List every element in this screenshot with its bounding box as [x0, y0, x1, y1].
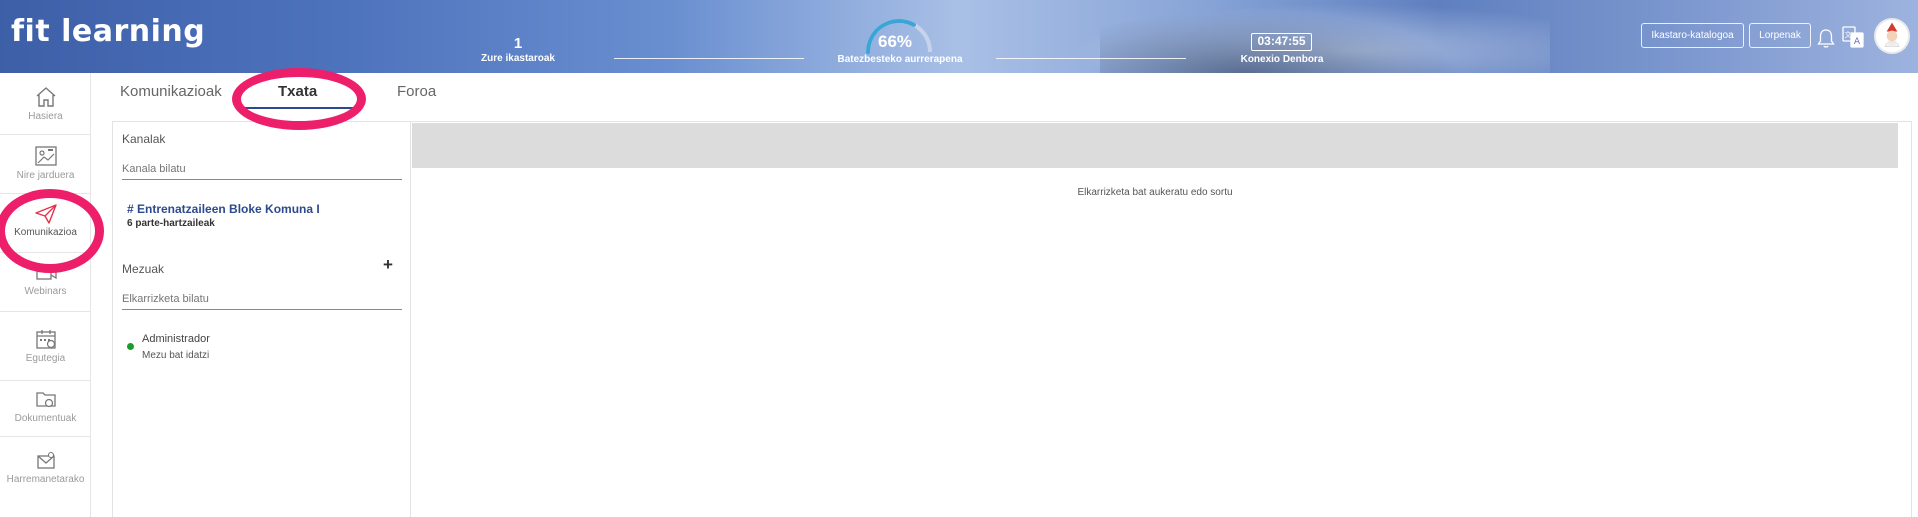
avatar-image — [1876, 20, 1908, 52]
courses-stat[interactable]: 1 Zure ikastaroak — [478, 35, 558, 64]
sidebar-item-label: Egutegia — [25, 353, 66, 364]
activity-icon — [34, 146, 57, 166]
bell-icon[interactable] — [1816, 27, 1836, 49]
home-icon — [36, 87, 55, 107]
calendar-icon — [35, 330, 56, 349]
header-divider-2 — [996, 58, 1186, 59]
tab-communications[interactable]: Komunikazioak — [120, 83, 222, 100]
highlight-ring-sidebar — [0, 189, 104, 273]
sidebar-item-home[interactable]: Hasiera — [0, 77, 91, 135]
sidebar-item-documents[interactable]: Dokumentuak — [0, 379, 91, 437]
sidebar-item-activity[interactable]: Nire jarduera — [0, 136, 91, 194]
sidebar-item-contact[interactable]: Harremanetarako — [0, 442, 91, 500]
progress-value: 66% — [878, 32, 913, 51]
sidebar-item-label: Harremanetarako — [6, 474, 85, 485]
chat-header-bar — [412, 123, 1898, 168]
top-header: fit learning 1 Zure ikastaroak 66% Batez… — [0, 0, 1918, 73]
courses-count: 1 — [513, 35, 523, 52]
sidebar-item-label: Hasiera — [28, 111, 63, 122]
channel-name[interactable]: # Entrenatzaileen Bloke Komuna I — [127, 202, 320, 216]
svg-text:A: A — [1854, 37, 1861, 47]
achievements-button[interactable]: Lorpenak — [1749, 23, 1811, 48]
sidebar-item-label: Webinars — [24, 286, 67, 297]
new-conversation-button[interactable]: + — [383, 255, 393, 275]
channel-participants: 6 parte-hartzaileak — [127, 218, 215, 229]
messages-title: Mezuak — [122, 262, 165, 276]
online-status-dot — [127, 343, 134, 350]
channel-search-input[interactable] — [122, 158, 402, 180]
catalog-button[interactable]: Ikastaro-katalogoa — [1641, 23, 1744, 48]
sidebar-item-label: Dokumentuak — [14, 413, 77, 424]
header-divider-1 — [614, 58, 804, 59]
translate-icon[interactable]: A 文 — [1842, 25, 1864, 49]
conversation-subtitle: Mezu bat idatzi — [142, 350, 210, 361]
sidebar: Hasiera Nire jarduera Komunikazioa Webin… — [0, 73, 91, 517]
tab-forum[interactable]: Foroa — [397, 83, 436, 100]
connection-label: Konexio Denbora — [1240, 54, 1324, 65]
progress-stat: Batezbesteko aurrerapena — [832, 53, 968, 65]
conversation-name[interactable]: Administrador — [142, 333, 210, 345]
chat-left-pane — [113, 122, 411, 517]
courses-label: Zure ikastaroak — [481, 53, 555, 64]
progress-label: Batezbesteko aurrerapena — [837, 54, 963, 65]
mail-icon — [36, 451, 55, 469]
highlight-ring-tab — [232, 68, 366, 130]
svg-text:文: 文 — [1845, 30, 1852, 39]
folder-icon — [35, 392, 56, 408]
connection-stat: Konexio Denbora — [1232, 53, 1332, 65]
sidebar-item-calendar[interactable]: Egutegia — [0, 319, 91, 381]
app-logo[interactable]: fit learning — [11, 14, 205, 49]
connection-time: 03:47:55 — [1251, 33, 1312, 51]
empty-chat-message: Elkarrizketa bat aukeratu edo sortu — [1077, 187, 1233, 198]
sidebar-item-label: Nire jarduera — [16, 170, 75, 181]
channels-title: Kanalak — [122, 132, 166, 146]
avatar[interactable] — [1874, 18, 1910, 54]
conversation-search-input[interactable] — [122, 288, 402, 310]
